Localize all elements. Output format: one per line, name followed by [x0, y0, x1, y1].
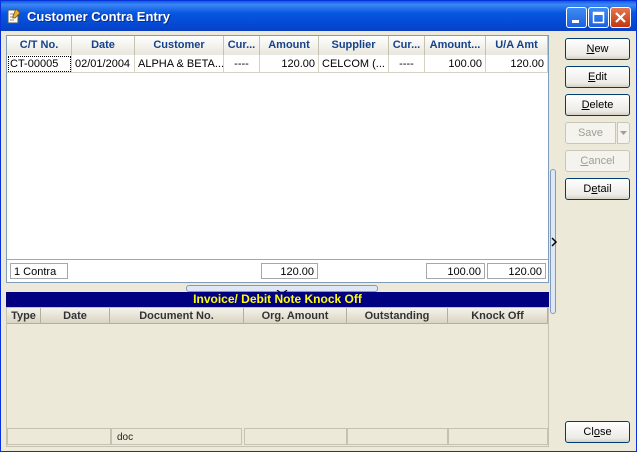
cancel-button[interactable]: Cancel [565, 150, 630, 172]
total-supplier-amount: 100.00 [426, 263, 485, 279]
table-row[interactable]: CT-00005 02/01/2004 ALPHA & BETA... ----… [7, 55, 548, 73]
contra-grid[interactable]: C/T No. Date Customer Cur... Amount Supp… [6, 35, 549, 283]
knockoff-col-org-amount[interactable]: Org. Amount [244, 308, 347, 324]
knockoff-col-outstanding[interactable]: Outstanding [347, 308, 448, 324]
window-title: Customer Contra Entry [27, 9, 171, 24]
detail-button[interactable]: Detail [565, 178, 630, 200]
knockoff-col-type[interactable]: Type [7, 308, 41, 324]
knockoff-footer-org-amount [244, 428, 347, 445]
total-ua-amt: 120.00 [487, 263, 546, 279]
customer-contra-window: Customer Contra Entry C/T No. Date Custo… [0, 0, 637, 452]
cell-ct-no[interactable]: CT-00005 [7, 55, 72, 73]
new-button[interactable]: New [565, 38, 630, 60]
document-edit-icon [7, 8, 21, 24]
cell-date[interactable]: 02/01/2004 [72, 55, 135, 73]
knockoff-footer-outstanding [347, 428, 448, 445]
grid-footer: 1 Contra 120.00 100.00 120.00 [7, 259, 548, 282]
edit-label-post: dit [595, 71, 607, 83]
cell-ua-amt[interactable]: 120.00 [486, 55, 548, 73]
col-header-currency[interactable]: Cur... [224, 36, 260, 55]
maximize-icon [592, 11, 605, 24]
knockoff-grid[interactable]: Type Date Document No. Org. Amount Outst… [6, 307, 549, 447]
close-window-button[interactable] [610, 7, 631, 28]
record-count: 1 Contra [10, 263, 68, 279]
save-label-post: ave [585, 127, 604, 139]
col-header-ct-no[interactable]: C/T No. [7, 36, 72, 55]
col-header-date[interactable]: Date [72, 36, 135, 55]
panel-splitter[interactable] [6, 284, 549, 295]
close-label-post: se [599, 426, 612, 438]
cancel-label-post: ancel [588, 155, 615, 167]
total-amount: 120.00 [261, 263, 318, 279]
col-header-supplier[interactable]: Supplier [319, 36, 389, 55]
chevron-right-icon[interactable] [550, 236, 558, 248]
col-header-amount[interactable]: Amount [260, 36, 319, 55]
cell-customer[interactable]: ALPHA & BETA... [135, 55, 224, 73]
title-bar[interactable]: Customer Contra Entry [1, 1, 636, 31]
col-header-ua-amt[interactable]: U/A Amt [486, 36, 548, 55]
new-label-post: ew [594, 43, 609, 55]
cell-amount[interactable]: 120.00 [260, 55, 319, 73]
col-header-customer[interactable]: Customer [135, 36, 224, 55]
grid-header: C/T No. Date Customer Cur... Amount Supp… [7, 36, 548, 56]
delete-label-accel: D [581, 99, 590, 111]
cell-supplier-amount[interactable]: 100.00 [425, 55, 486, 73]
save-main-button[interactable]: Save [565, 122, 616, 144]
dropdown-arrow-icon [620, 131, 627, 135]
knockoff-section-title: Invoice/ Debit Note Knock Off [6, 292, 549, 307]
knockoff-col-document-no[interactable]: Document No. [110, 308, 244, 324]
detail-label-post: tail [597, 183, 612, 195]
knockoff-footer-knock-off [448, 428, 548, 445]
maximize-button[interactable] [588, 7, 609, 28]
delete-label-post: elete [589, 99, 614, 111]
close-button[interactable]: Close [565, 421, 630, 443]
cell-currency[interactable]: ---- [224, 55, 260, 73]
knockoff-col-knock-off[interactable]: Knock Off [448, 308, 548, 324]
close-label-pre: Cl [583, 426, 594, 438]
knockoff-col-date[interactable]: Date [41, 308, 110, 324]
splitter-grip[interactable] [186, 285, 378, 295]
cell-supplier-currency[interactable]: ---- [389, 55, 425, 73]
close-icon [615, 12, 626, 23]
knockoff-footer-cell [7, 428, 111, 445]
edit-button[interactable]: Edit [565, 66, 630, 88]
minimize-button[interactable] [566, 7, 587, 28]
col-header-supplier-amount[interactable]: Amount... [425, 36, 486, 55]
save-button[interactable]: Save [565, 122, 630, 144]
minimize-icon [572, 20, 579, 23]
knockoff-footer-doc: doc [111, 428, 242, 445]
delete-button[interactable]: Delete [565, 94, 630, 116]
cell-supplier[interactable]: CELCOM (... [319, 55, 389, 73]
save-dropdown-button[interactable] [617, 122, 630, 144]
col-header-supplier-currency[interactable]: Cur... [389, 36, 425, 55]
